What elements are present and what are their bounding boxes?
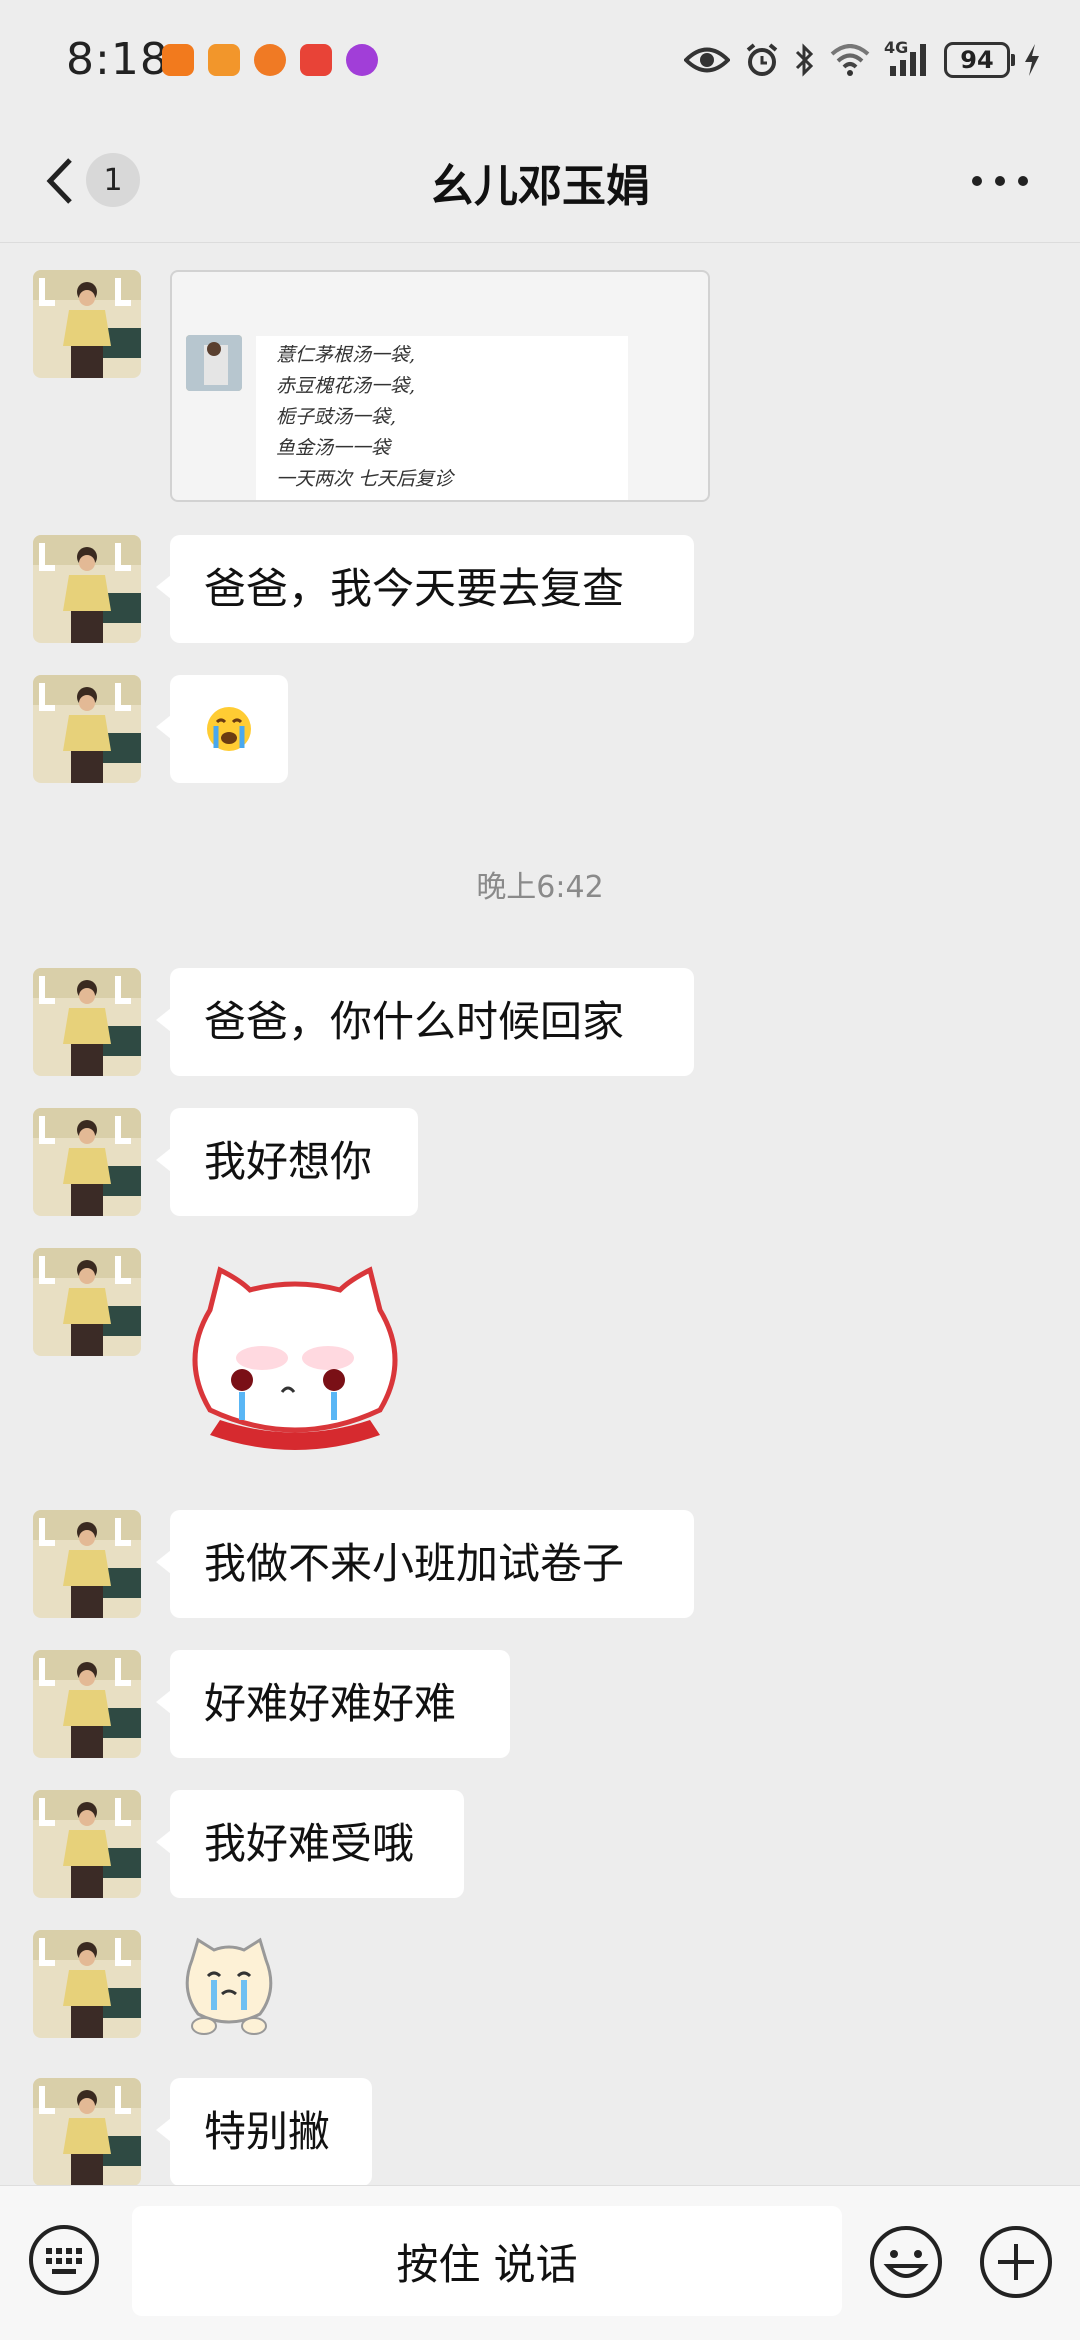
message-bubble[interactable]: 特别撇 (156, 2078, 372, 2186)
contact-avatar[interactable] (33, 1510, 141, 1618)
eye-icon (684, 47, 730, 73)
contact-avatar[interactable] (33, 1248, 141, 1356)
message-bubble[interactable]: 好难好难好难 (156, 1650, 510, 1758)
circle-app-icon (346, 44, 378, 76)
message-text: 我好难受哦 (204, 1819, 415, 1868)
alarm-icon (746, 43, 778, 76)
contact-avatar[interactable] (33, 968, 141, 1076)
signal-icon (890, 44, 926, 76)
message-text: 我做不来小班加试卷子 (204, 1539, 625, 1588)
contact-avatar[interactable] (33, 1790, 141, 1898)
note-line: 赤豆槐花汤一袋, (276, 375, 416, 397)
crying-cat-sticker[interactable] (170, 1250, 420, 1480)
prescription-thumbnail (186, 335, 242, 391)
emoji-picker-icon[interactable] (868, 2224, 944, 2300)
message-text: 爸爸，你什么时候回家 (204, 997, 625, 1046)
message-text: 好难好难好难 (204, 1679, 457, 1728)
camera-icon (162, 44, 194, 76)
message-text: 爸爸，我今天要去复查 (204, 564, 625, 613)
news-icon (300, 44, 332, 76)
message-text: 特别撇 (204, 2107, 331, 2156)
image-message[interactable]: 薏仁茅根汤一袋, 赤豆槐花汤一袋, 栀子豉汤一袋, 鱼金汤一一袋 一天两次 七天… (170, 270, 710, 502)
note-line: 一天两次 七天后复诊 (276, 468, 454, 490)
chat-title: 幺儿邓玉娟 (430, 161, 650, 212)
wifi-icon (830, 44, 870, 76)
contact-avatar[interactable] (33, 270, 141, 378)
contact-avatar[interactable] (33, 535, 141, 643)
battery-level: 94 (960, 46, 994, 74)
message-bubble[interactable]: 爸爸，你什么时候回家 (156, 968, 694, 1076)
prescription-note: 薏仁茅根汤一袋, 赤豆槐花汤一袋, 栀子豉汤一袋, 鱼金汤一一袋 一天两次 七天… (256, 336, 628, 500)
message-bubble[interactable]: 爸爸，我今天要去复查 (156, 535, 694, 643)
contact-avatar[interactable] (33, 2078, 141, 2186)
contact-avatar[interactable] (33, 675, 141, 783)
contact-avatar[interactable] (33, 1650, 141, 1758)
signal-indicator: 4G (884, 38, 930, 78)
keyboard-icon[interactable] (28, 2224, 100, 2296)
input-bar: 按住 说话 (0, 2185, 1080, 2340)
message-text: 我好想你 (204, 1137, 373, 1186)
contact-avatar[interactable] (33, 1108, 141, 1216)
message-bubble[interactable]: 我好难受哦 (156, 1790, 464, 1898)
battery-indicator: 94 (944, 42, 1015, 78)
plus-more-icon[interactable] (978, 2224, 1054, 2300)
status-bar: 8:18 4G 94 (0, 0, 1080, 120)
note-line: 薏仁茅根汤一袋, (276, 344, 416, 366)
message-bubble[interactable]: 我好想你 (156, 1108, 418, 1216)
charging-icon (1025, 44, 1039, 76)
emoji-bubble[interactable] (156, 675, 288, 783)
note-line: 栀子豉汤一袋, (276, 406, 397, 428)
status-time: 8:18 (66, 34, 169, 85)
browser-icon (254, 44, 286, 76)
contact-avatar[interactable] (33, 1930, 141, 2038)
bluetooth-icon (795, 43, 814, 77)
note-line: 鱼金汤一一袋 (276, 437, 391, 459)
crying-small-cat-sticker[interactable] (174, 1930, 284, 2040)
hold-to-talk-button[interactable]: 按住 说话 (132, 2206, 842, 2316)
crying-face-emoji-icon (207, 706, 251, 751)
message-bubble[interactable]: 我做不来小班加试卷子 (156, 1510, 694, 1618)
mail-icon (208, 44, 240, 76)
hold-to-talk-label: 按住 说话 (396, 2239, 578, 2289)
message-timestamp: 晚上6:42 (476, 870, 604, 905)
